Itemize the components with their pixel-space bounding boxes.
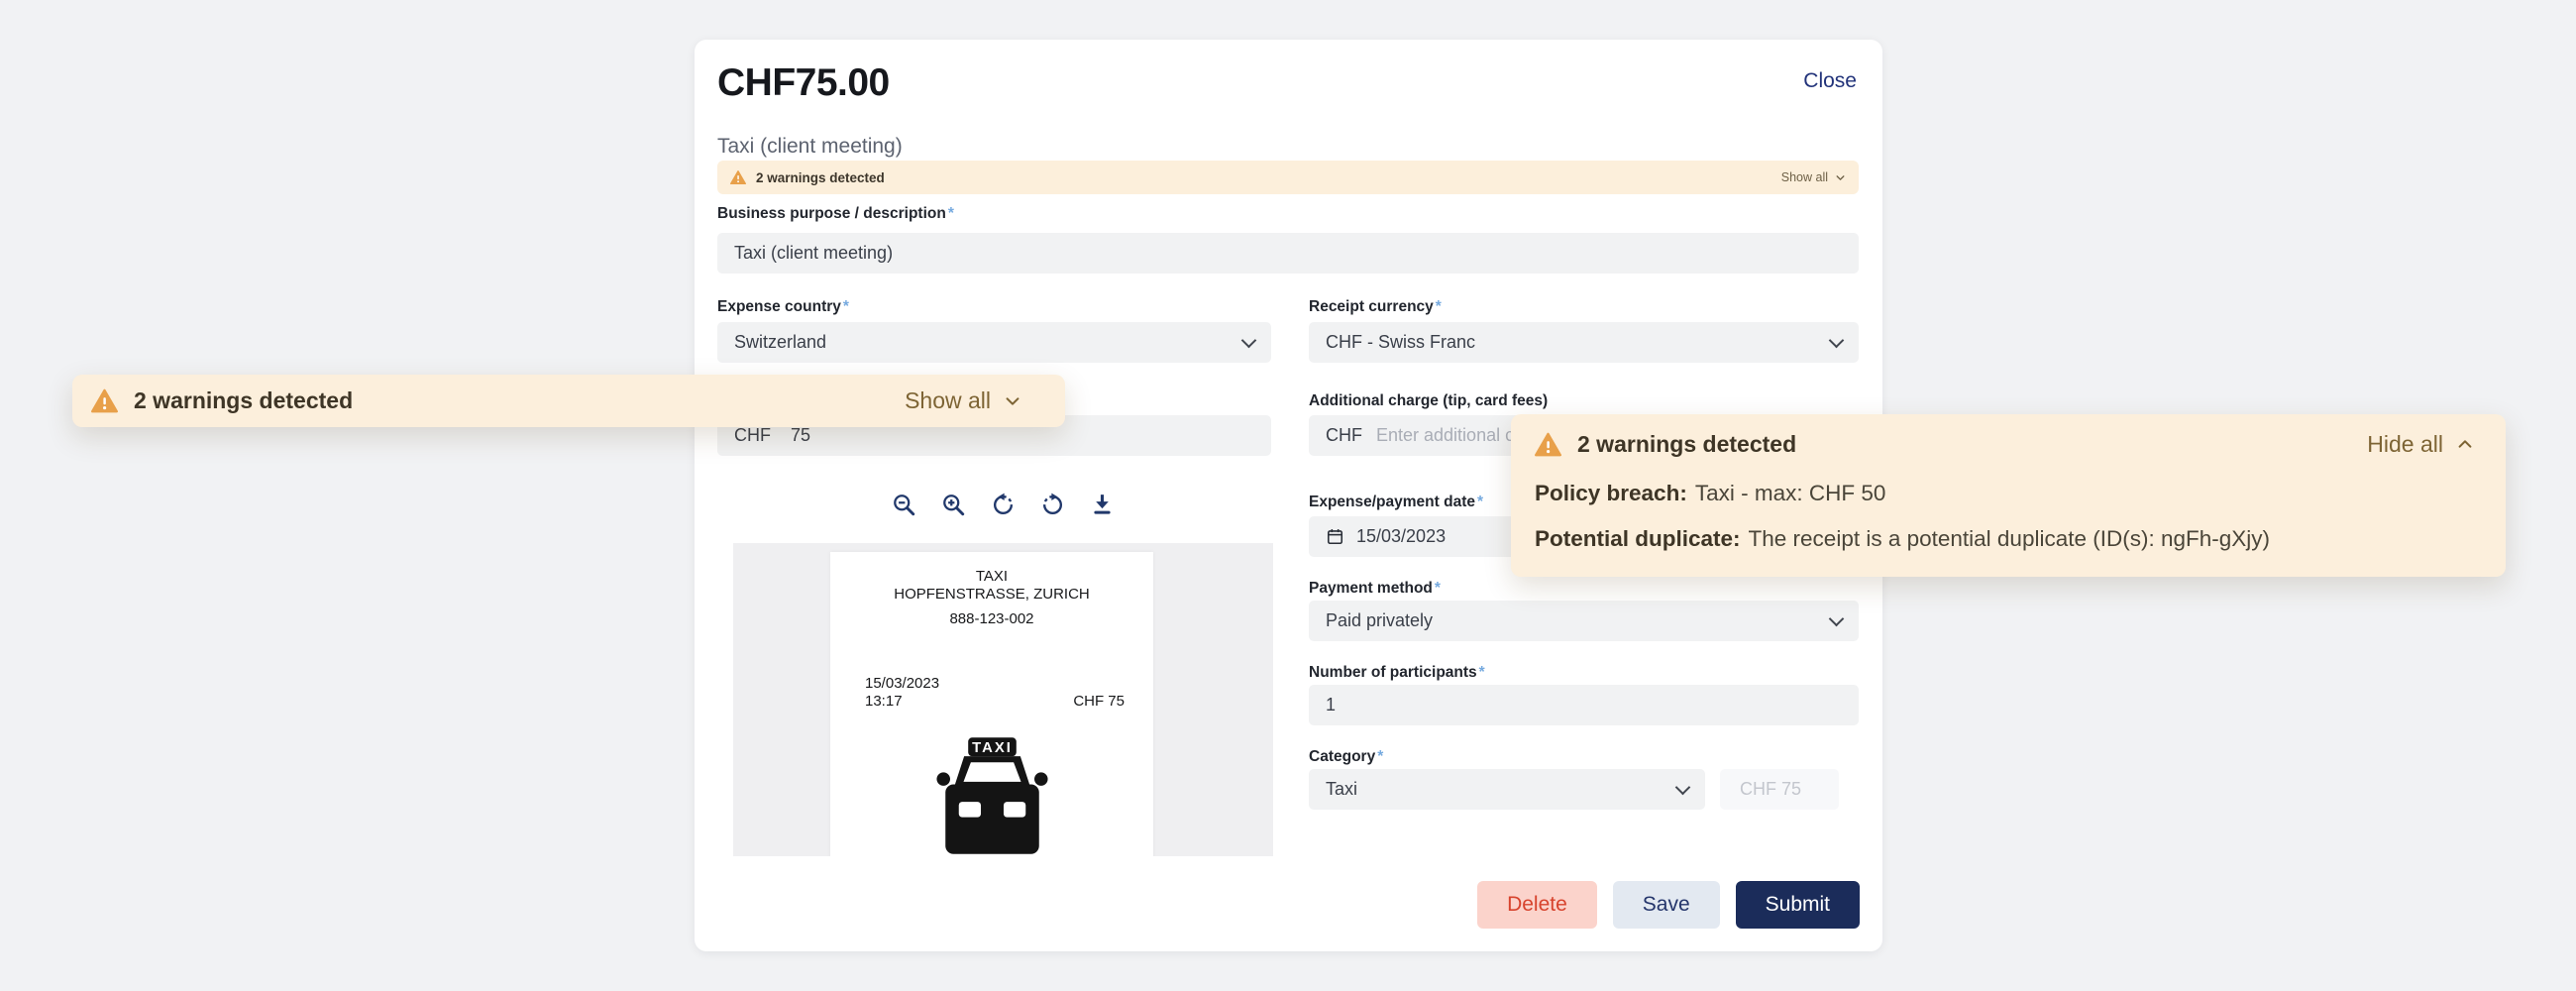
warning-icon: [91, 387, 118, 414]
taxi-icon: TAXI: [925, 737, 1059, 854]
warnings-toast-collapsed: 2 warnings detected Show all: [72, 375, 1065, 427]
receipt-address: HOPFENSTRASSE, ZURICH: [830, 586, 1153, 604]
warning-item-potential-duplicate: Potential duplicate:The receipt is a pot…: [1535, 525, 2474, 552]
receipt-phone: 888-123-002: [830, 610, 1153, 628]
zoom-out-icon[interactable]: [891, 492, 917, 518]
business-purpose-input[interactable]: Taxi (client meeting): [717, 233, 1859, 274]
category-select[interactable]: Taxi: [1309, 769, 1705, 810]
close-button[interactable]: Close: [1803, 69, 1857, 93]
expense-subtitle: Taxi (client meeting): [717, 135, 903, 159]
svg-text:TAXI: TAXI: [972, 740, 1013, 756]
receipt-currency-label: Receipt currency*: [1309, 298, 1442, 316]
warnings-banner: 2 warnings detected Show all: [717, 161, 1859, 194]
warning-icon: [730, 169, 746, 185]
warnings-toast-title: 2 warnings detected: [134, 387, 353, 414]
chevron-down-icon: [1241, 333, 1257, 349]
category-label: Category*: [1309, 748, 1383, 766]
desktop: { "required_mark": "*", "modal": { "titl…: [0, 0, 2576, 991]
payment-method-select[interactable]: Paid privately: [1309, 601, 1859, 641]
warning-item-policy-breach: Policy breach:Taxi - max: CHF 50: [1535, 480, 2474, 506]
category-policy-limit: CHF 75: [1720, 769, 1839, 810]
chevron-up-icon: [2456, 435, 2474, 453]
receipt-date: 15/03/2023: [865, 675, 1125, 693]
chevron-down-icon: [1675, 780, 1691, 796]
receipt-amount: CHF 75: [1073, 693, 1125, 711]
hide-all-button[interactable]: Hide all: [2367, 431, 2474, 458]
payment-method-label: Payment method*: [1309, 580, 1441, 598]
expense-country-label: Expense country*: [717, 298, 849, 316]
receipt-viewer-toolbar: [733, 484, 1273, 525]
submit-button[interactable]: Submit: [1736, 881, 1860, 929]
warnings-banner-show-all[interactable]: Show all: [1781, 170, 1846, 184]
warnings-toast-title: 2 warnings detected: [1577, 431, 1796, 458]
rotate-right-icon[interactable]: [1039, 492, 1066, 518]
save-button[interactable]: Save: [1613, 881, 1720, 929]
receipt-currency-select[interactable]: CHF - Swiss Franc: [1309, 322, 1859, 363]
participants-label: Number of participants*: [1309, 664, 1485, 682]
chevron-down-icon: [1829, 333, 1845, 349]
show-all-button[interactable]: Show all: [905, 387, 1021, 414]
rotate-left-icon[interactable]: [990, 492, 1017, 518]
receipt-viewer[interactable]: TAXI HOPFENSTRASSE, ZURICH 888-123-002 1…: [733, 543, 1273, 856]
calendar-icon: [1326, 527, 1344, 546]
participants-input[interactable]: 1: [1309, 685, 1859, 725]
receipt-image: TAXI HOPFENSTRASSE, ZURICH 888-123-002 1…: [830, 552, 1153, 856]
business-purpose-label: Business purpose / description*: [717, 205, 954, 223]
expense-country-select[interactable]: Switzerland: [717, 322, 1271, 363]
chevron-down-icon: [1835, 172, 1846, 183]
chevron-down-icon: [1004, 392, 1021, 410]
delete-button[interactable]: Delete: [1477, 881, 1597, 929]
receipt-time: 13:17: [865, 693, 903, 711]
modal-footer-actions: Delete Save Submit: [1477, 881, 1860, 929]
receipt-merchant: TAXI: [830, 552, 1153, 586]
additional-charge-label: Additional charge (tip, card fees): [1309, 392, 1548, 410]
chevron-down-icon: [1829, 611, 1845, 627]
expense-amount-title: CHF75.00: [717, 61, 890, 105]
warnings-toast-expanded: 2 warnings detected Hide all Policy brea…: [1511, 414, 2506, 577]
download-icon[interactable]: [1089, 492, 1116, 518]
expense-date-label: Expense/payment date*: [1309, 494, 1483, 511]
warnings-banner-title: 2 warnings detected: [756, 170, 885, 185]
zoom-in-icon[interactable]: [940, 492, 967, 518]
warning-icon: [1535, 431, 1561, 458]
